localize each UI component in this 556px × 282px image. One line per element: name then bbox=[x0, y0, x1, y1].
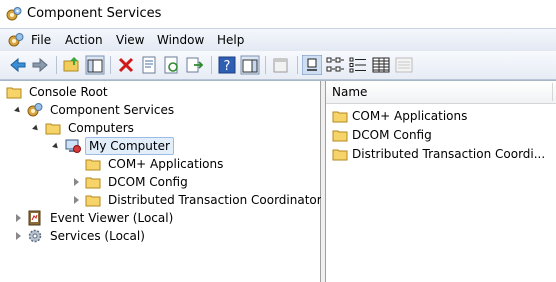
tree-item-component-services[interactable]: Component Services bbox=[14, 101, 177, 119]
folder-icon bbox=[45, 123, 61, 135]
tree-item-label: My Computer bbox=[85, 137, 174, 155]
list-item-dcom-config[interactable]: DCOM Config bbox=[332, 126, 432, 144]
back-icon[interactable] bbox=[8, 55, 28, 75]
column-header-name[interactable]: Name bbox=[332, 85, 367, 99]
refresh-icon[interactable] bbox=[162, 55, 182, 75]
tree-item-services[interactable]: Services (Local) bbox=[14, 227, 148, 245]
collapse-arrow-icon[interactable] bbox=[14, 213, 24, 223]
folder-icon bbox=[332, 130, 348, 142]
tree-item-event-viewer[interactable]: Event Viewer (Local) bbox=[14, 209, 176, 227]
forward-icon[interactable] bbox=[30, 55, 50, 75]
tree-item-label: Computers bbox=[68, 121, 134, 135]
show-hide-action-pane-icon[interactable] bbox=[240, 55, 260, 75]
help-icon[interactable]: ? bbox=[217, 55, 237, 75]
menu-file[interactable]: File bbox=[31, 33, 51, 47]
tree-item-computers[interactable]: Computers bbox=[32, 119, 137, 137]
column-divider[interactable] bbox=[552, 83, 553, 101]
up-one-level-icon[interactable] bbox=[62, 55, 82, 75]
expand-arrow-icon[interactable] bbox=[52, 141, 62, 151]
expand-arrow-icon[interactable] bbox=[14, 105, 24, 115]
folder-icon bbox=[85, 159, 101, 171]
services-gear-icon bbox=[28, 229, 42, 243]
list-item-label: Distributed Transaction Coordi... bbox=[352, 147, 546, 161]
large-icons-view-icon[interactable] bbox=[302, 55, 322, 75]
menu-action[interactable]: Action bbox=[65, 33, 103, 47]
list-header: Name bbox=[326, 81, 556, 104]
collapse-arrow-icon[interactable] bbox=[72, 177, 82, 187]
svg-text:?: ? bbox=[224, 59, 231, 74]
delete-icon[interactable] bbox=[116, 55, 136, 75]
tree-item-distributed-transaction-coordinator[interactable]: Distributed Transaction Coordinator bbox=[72, 191, 325, 209]
tree-item-console-root[interactable]: Console Root bbox=[6, 83, 111, 101]
collapse-arrow-icon[interactable] bbox=[14, 231, 24, 241]
toolbar-separator bbox=[297, 56, 298, 74]
tree-item-label: COM+ Applications bbox=[108, 157, 224, 171]
component-services-icon bbox=[6, 7, 22, 21]
menu-help[interactable]: Help bbox=[217, 33, 244, 47]
title-bar: Component Services bbox=[0, 0, 556, 28]
tree-item-label: Event Viewer (Local) bbox=[50, 211, 174, 225]
list-item-label: COM+ Applications bbox=[352, 109, 468, 123]
toolbar-separator bbox=[265, 56, 266, 74]
tree-item-label: Console Root bbox=[29, 85, 108, 99]
my-computer-icon bbox=[65, 139, 81, 153]
folder-icon bbox=[6, 87, 22, 99]
folder-icon bbox=[332, 149, 348, 161]
toolbar: ? bbox=[0, 51, 556, 80]
toolbar-separator bbox=[211, 56, 212, 74]
list-item-com-plus-applications[interactable]: COM+ Applications bbox=[332, 107, 467, 125]
mmc-app-icon[interactable] bbox=[8, 32, 24, 48]
tree-item-dcom-config[interactable]: DCOM Config bbox=[72, 173, 191, 191]
menu-bar: File Action View Window Help bbox=[0, 28, 556, 51]
tree-item-my-computer[interactable]: My Computer bbox=[52, 137, 174, 155]
expand-arrow-icon[interactable] bbox=[32, 123, 42, 133]
menu-window[interactable]: Window bbox=[157, 33, 204, 47]
show-hide-console-tree-icon[interactable] bbox=[85, 55, 105, 75]
content-area: Console Root Component Services Computer… bbox=[0, 80, 556, 282]
console-tree-pane[interactable]: Console Root Component Services Computer… bbox=[4, 81, 322, 282]
small-icons-view-icon[interactable] bbox=[325, 55, 345, 75]
new-window-icon[interactable] bbox=[271, 55, 291, 75]
detail-view-icon[interactable] bbox=[371, 55, 391, 75]
tree-item-label: Distributed Transaction Coordinator bbox=[108, 193, 322, 207]
result-list-pane[interactable]: Name COM+ Applications DCOM Config Distr… bbox=[326, 81, 556, 282]
event-viewer-icon bbox=[28, 210, 41, 226]
tree-item-label: Services (Local) bbox=[50, 229, 145, 243]
tree-item-label: Component Services bbox=[50, 103, 175, 117]
toolbar-separator bbox=[56, 56, 57, 74]
folder-icon bbox=[85, 177, 101, 189]
folder-icon bbox=[85, 195, 101, 207]
list-view-icon[interactable] bbox=[348, 55, 368, 75]
disabled-view-icon bbox=[395, 57, 413, 73]
menu-view[interactable]: View bbox=[116, 33, 144, 47]
window-title: Component Services bbox=[27, 6, 162, 21]
export-list-icon[interactable] bbox=[185, 55, 205, 75]
list-item-label: DCOM Config bbox=[352, 128, 432, 142]
folder-icon bbox=[332, 111, 348, 123]
tree-item-com-plus-applications[interactable]: COM+ Applications bbox=[72, 155, 226, 173]
toolbar-separator bbox=[110, 56, 111, 74]
list-item-distributed-transaction-coordinator[interactable]: Distributed Transaction Coordi... bbox=[332, 145, 545, 163]
properties-icon[interactable] bbox=[139, 55, 159, 75]
component-services-icon bbox=[27, 103, 43, 117]
tree-item-label: DCOM Config bbox=[108, 175, 188, 189]
collapse-arrow-icon[interactable] bbox=[72, 195, 82, 205]
